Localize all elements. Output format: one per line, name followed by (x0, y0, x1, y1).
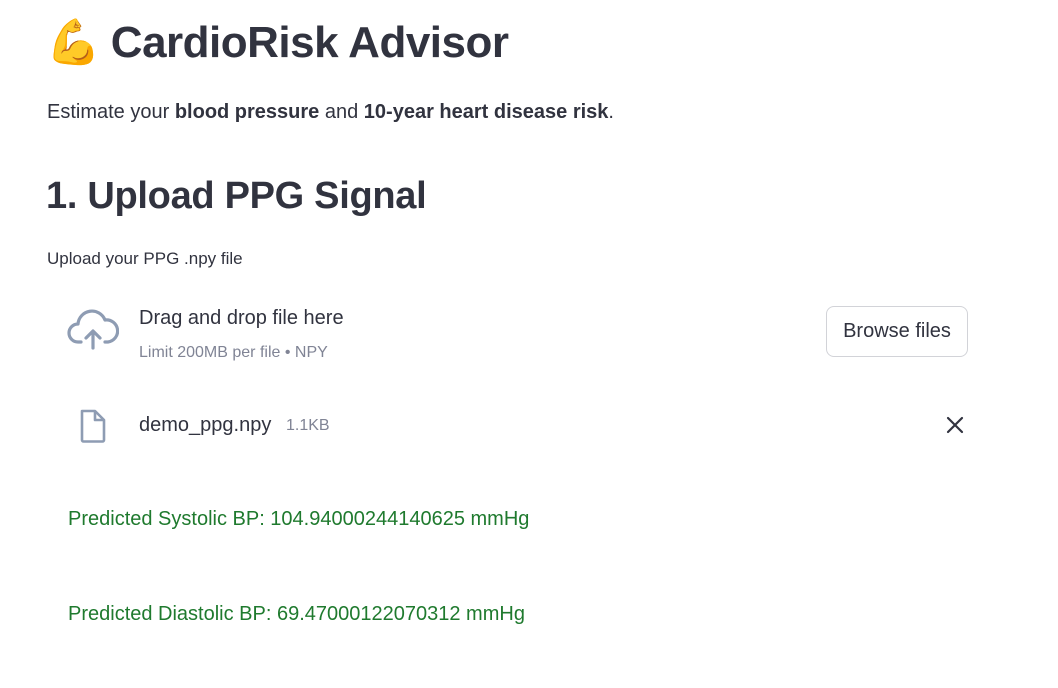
remove-file-button[interactable] (940, 412, 970, 442)
file-icon (78, 409, 108, 443)
dropzone-title: Drag and drop file here (139, 307, 344, 329)
app-page: 💪 CardioRisk Advisor Estimate your blood… (0, 0, 1058, 688)
intro-highlight-bp: blood pressure (174, 101, 320, 123)
dropzone-limit: Limit 200MB per file • NPY (139, 344, 328, 361)
intro-text-part: and (319, 101, 364, 123)
upload-label: Upload your PPG .npy file (47, 249, 243, 268)
intro-text: Estimate your blood pressure and 10-year… (47, 99, 614, 125)
intro-text-part: . (608, 101, 614, 123)
browse-files-button[interactable]: Browse files (826, 306, 968, 357)
cloud-upload-icon (67, 308, 120, 354)
uploaded-file-size: 1.1KB (286, 417, 330, 434)
flexed-biceps-icon: 💪 (46, 18, 101, 67)
close-icon (946, 416, 964, 439)
section-heading: 1. Upload PPG Signal (46, 175, 427, 217)
intro-text-part: Estimate your (47, 101, 175, 123)
systolic-result: Predicted Systolic BP: 104.9400024414062… (68, 508, 530, 530)
page-title: CardioRisk Advisor (110, 18, 509, 67)
diastolic-result: Predicted Diastolic BP: 69.4700012207031… (68, 603, 525, 625)
uploaded-file-name: demo_ppg.npy (139, 414, 272, 436)
page-header: 💪 CardioRisk Advisor (46, 8, 509, 78)
intro-highlight-risk: 10-year heart disease risk (363, 101, 609, 123)
